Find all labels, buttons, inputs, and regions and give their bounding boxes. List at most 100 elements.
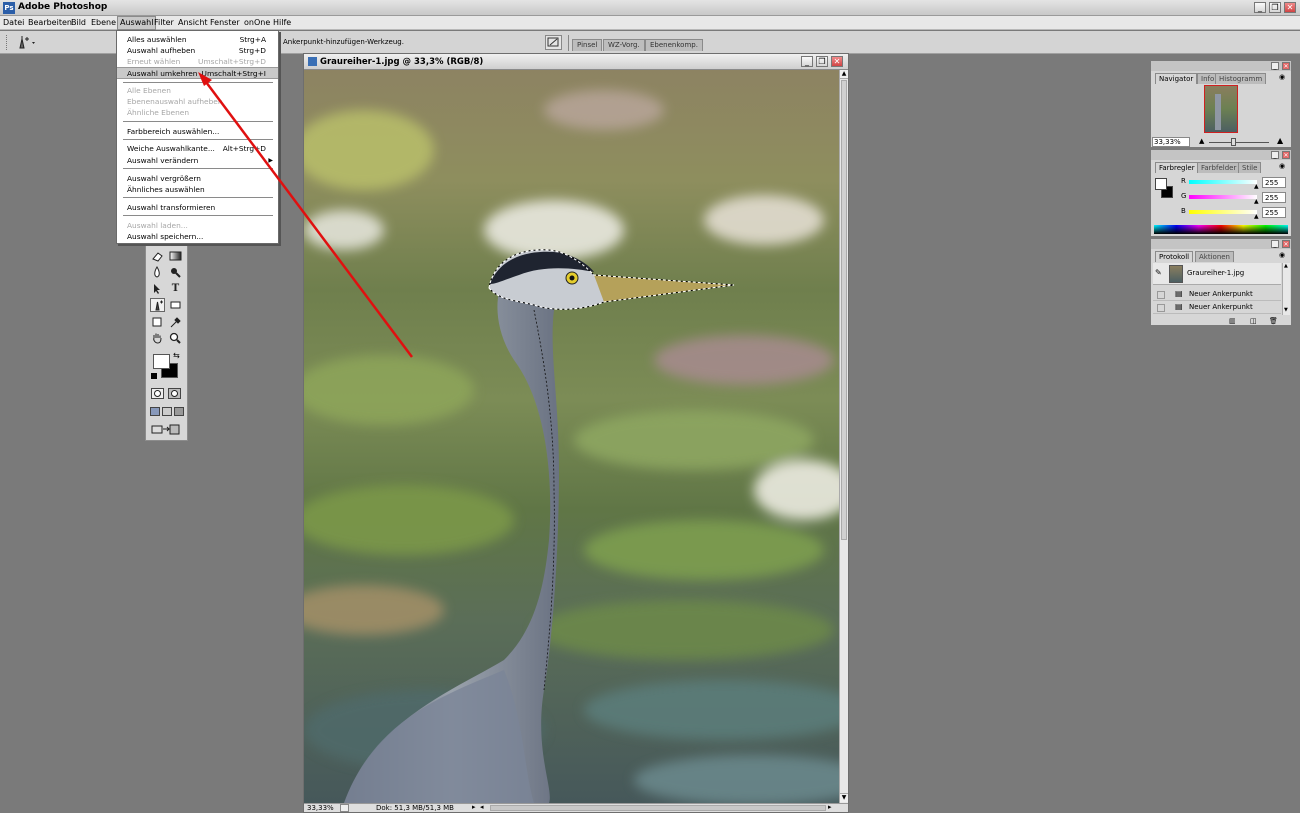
scroll-thumb[interactable] xyxy=(841,80,847,540)
menu-auswahl[interactable]: Auswahl xyxy=(117,16,157,30)
new-snapshot-icon[interactable]: ◫ xyxy=(1250,317,1257,325)
menu-hilfe[interactable]: Hilfe xyxy=(273,18,291,27)
image-canvas[interactable] xyxy=(304,70,839,803)
tab-stile[interactable]: Stile xyxy=(1238,162,1262,173)
status-menu-icon[interactable]: ▸ xyxy=(472,803,476,811)
status-options-icon[interactable] xyxy=(340,804,349,812)
palette-well-tab-pinsel[interactable]: Pinsel xyxy=(572,39,603,51)
palette-well-tab-wz-vorg[interactable]: WZ-Vorg. xyxy=(603,39,645,51)
menu-datei[interactable]: Datei xyxy=(3,18,24,27)
trash-icon[interactable]: 🗑 xyxy=(1269,317,1278,325)
menu-item-auswahl-transformieren[interactable]: Auswahl transformieren xyxy=(117,202,278,213)
tab-farbfelder[interactable]: Farbfelder xyxy=(1197,162,1241,173)
zoom-out-icon[interactable]: ▲ xyxy=(1199,137,1204,145)
horizontal-scrollbar[interactable] xyxy=(490,805,826,811)
navigator-thumbnail[interactable] xyxy=(1204,85,1238,133)
palette-close-button[interactable]: ✕ xyxy=(1282,240,1290,248)
foreground-color-swatch[interactable] xyxy=(1155,178,1167,190)
history-state-row[interactable]: ▤ Neuer Ankerpunkt xyxy=(1153,302,1281,314)
quick-mask-icon[interactable] xyxy=(168,388,181,399)
zoom-icon[interactable] xyxy=(168,331,183,345)
menu-bild[interactable]: Bild xyxy=(71,18,86,27)
zoom-slider-handle[interactable] xyxy=(1231,138,1236,146)
history-snapshot-row[interactable]: ✎ Graureiher-1.jpg xyxy=(1153,263,1281,285)
menu-item-farbbereich-auswaehlen[interactable]: Farbbereich auswählen... xyxy=(117,126,278,137)
menu-item-auswahl-aufheben[interactable]: Auswahl aufheben Strg+D xyxy=(117,45,278,56)
menu-item-alles-auswaehlen[interactable]: Alles auswählen Strg+A xyxy=(117,34,278,45)
scroll-up-icon[interactable]: ▲ xyxy=(840,70,848,79)
tab-aktionen[interactable]: Aktionen xyxy=(1195,251,1234,262)
channel-r-handle[interactable]: ▲ xyxy=(1254,183,1259,190)
menu-item-auswahl-umkehren[interactable]: Auswahl umkehren Umschalt+Strg+I xyxy=(117,67,278,79)
palette-menu-icon[interactable]: ◉ xyxy=(1279,162,1285,170)
jump-to-imageready-icon[interactable] xyxy=(151,423,181,436)
scroll-up-icon[interactable]: ▲ xyxy=(1284,263,1288,269)
options-bar-grip[interactable] xyxy=(6,35,9,50)
menu-item-auswahl-veraendern[interactable]: Auswahl verändern ▶ xyxy=(117,155,278,166)
channel-g-handle[interactable]: ▲ xyxy=(1254,198,1259,205)
document-title-bar[interactable]: Graureiher-1.jpg @ 33,3% (RGB/8) _ ❐ ✕ xyxy=(304,54,848,70)
palette-minimize-button[interactable]: _ xyxy=(1271,151,1279,159)
scroll-right-icon[interactable]: ▸ xyxy=(828,803,832,811)
document-maximize-button[interactable]: ❐ xyxy=(816,56,828,67)
palette-menu-icon[interactable]: ◉ xyxy=(1279,73,1285,81)
add-anchor-point-pen-icon[interactable] xyxy=(14,35,38,50)
history-source-box[interactable] xyxy=(1157,304,1165,312)
scroll-down-icon[interactable]: ▼ xyxy=(840,793,848,802)
history-state-row[interactable]: ▤ Neuer Ankerpunkt xyxy=(1153,289,1281,301)
zoom-slider[interactable] xyxy=(1209,142,1269,143)
foreground-color-swatch[interactable] xyxy=(153,354,170,369)
palette-close-button[interactable]: ✕ xyxy=(1282,62,1290,70)
new-document-from-state-icon[interactable]: ▥ xyxy=(1229,317,1236,325)
screen-mode-full-menu-icon[interactable] xyxy=(162,407,172,416)
menu-ebene[interactable]: Ebene xyxy=(91,18,116,27)
zoom-level[interactable]: 33,33% xyxy=(307,804,334,812)
eraser-icon[interactable] xyxy=(150,249,165,263)
tab-protokoll[interactable]: Protokoll xyxy=(1155,251,1194,262)
notes-icon[interactable] xyxy=(150,315,165,329)
navigator-zoom-field[interactable]: 33,33% xyxy=(1152,137,1190,147)
hand-icon[interactable] xyxy=(150,331,165,345)
type-icon[interactable]: T xyxy=(168,282,183,296)
channel-b-handle[interactable]: ▲ xyxy=(1254,213,1259,220)
palette-minimize-button[interactable]: _ xyxy=(1271,240,1279,248)
menu-filter[interactable]: Filter xyxy=(154,18,174,27)
screen-mode-standard-icon[interactable] xyxy=(150,407,160,416)
channel-b-value[interactable]: 255 xyxy=(1262,207,1286,218)
menu-fenster[interactable]: Fenster xyxy=(210,18,240,27)
swap-colors-icon[interactable]: ⇆ xyxy=(173,351,180,360)
document-close-button[interactable]: ✕ xyxy=(831,56,843,67)
close-button[interactable]: ✕ xyxy=(1284,2,1296,13)
channel-b-slider[interactable] xyxy=(1189,210,1257,214)
history-source-box[interactable] xyxy=(1157,291,1165,299)
default-colors-icon[interactable] xyxy=(151,373,157,379)
blur-icon[interactable] xyxy=(150,265,165,279)
dodge-icon[interactable] xyxy=(168,265,183,279)
palette-well-icon[interactable] xyxy=(545,35,562,50)
menu-item-auswahl-vergroessern[interactable]: Auswahl vergrößern xyxy=(117,173,278,184)
tab-farbregler[interactable]: Farbregler xyxy=(1155,162,1199,173)
channel-g-slider[interactable] xyxy=(1189,195,1257,199)
menu-item-aehnliches-auswaehlen[interactable]: Ähnliches auswählen xyxy=(117,184,278,195)
tab-histogramm[interactable]: Histogramm xyxy=(1215,73,1267,84)
pen-icon[interactable] xyxy=(150,298,165,312)
channel-g-value[interactable]: 255 xyxy=(1262,192,1286,203)
scroll-down-icon[interactable]: ▼ xyxy=(1284,307,1288,313)
history-brush-icon[interactable]: ✎ xyxy=(1155,268,1162,277)
palette-header[interactable] xyxy=(1151,239,1291,249)
shape-icon[interactable] xyxy=(168,298,183,312)
gradient-icon[interactable] xyxy=(168,249,183,263)
color-spectrum-bar[interactable] xyxy=(1154,225,1288,234)
minimize-button[interactable]: _ xyxy=(1254,2,1266,13)
menu-ansicht[interactable]: Ansicht xyxy=(178,18,208,27)
color-swatches[interactable]: ⇆ xyxy=(151,351,181,381)
menu-onone[interactable]: onOne xyxy=(244,18,270,27)
path-selection-icon[interactable] xyxy=(150,282,165,296)
palette-header[interactable] xyxy=(1151,61,1291,71)
document-minimize-button[interactable]: _ xyxy=(801,56,813,67)
maximize-button[interactable]: ❐ xyxy=(1269,2,1281,13)
palette-header[interactable] xyxy=(1151,150,1291,160)
palette-close-button[interactable]: ✕ xyxy=(1282,151,1290,159)
vertical-scrollbar[interactable]: ▲ ▼ xyxy=(839,70,848,803)
history-scrollbar[interactable]: ▲ ▼ xyxy=(1282,263,1290,315)
